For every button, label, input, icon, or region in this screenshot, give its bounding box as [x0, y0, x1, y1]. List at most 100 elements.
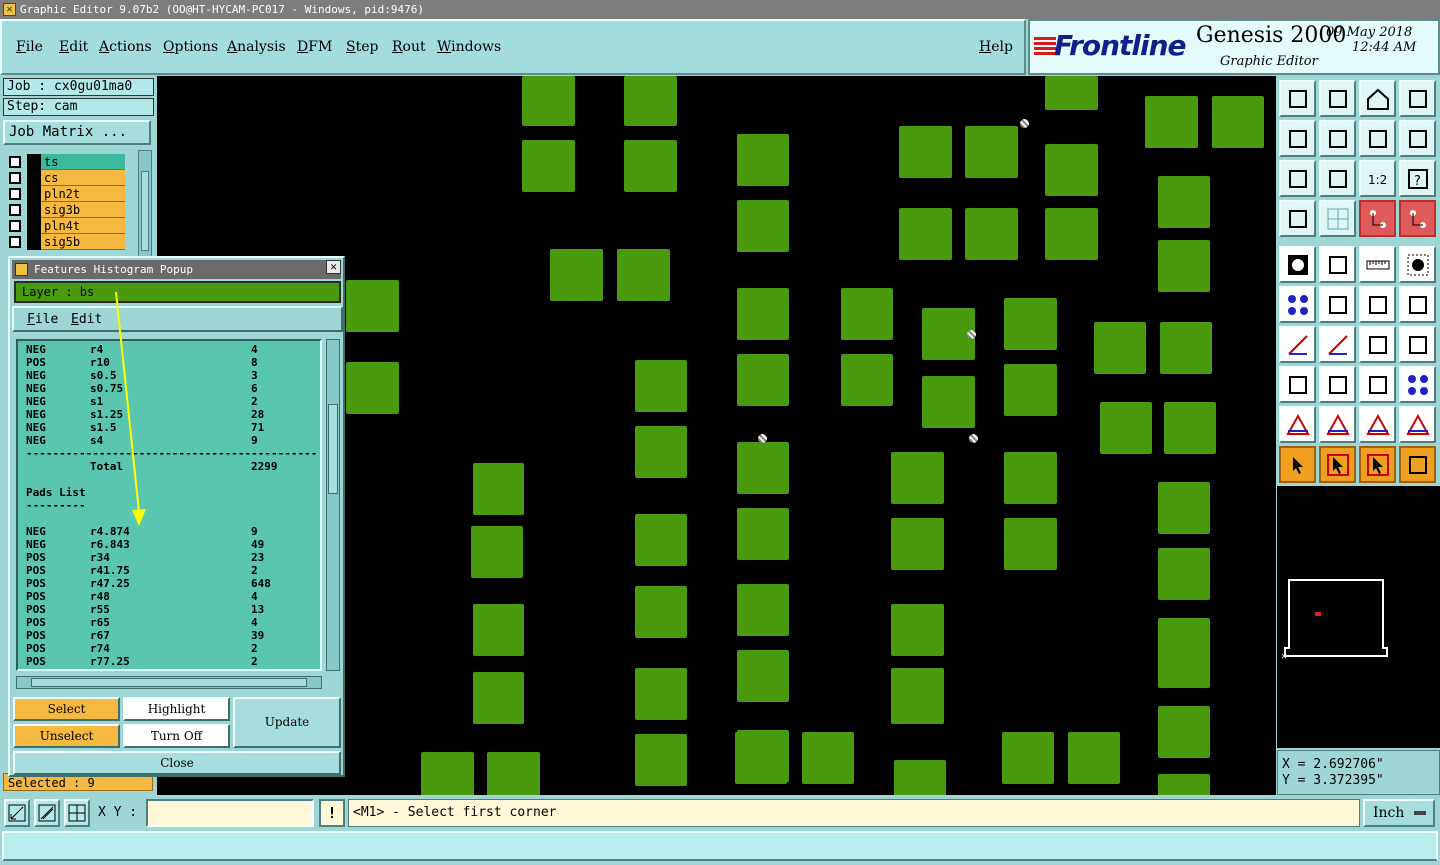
pad-row[interactable]: POS r41.75 2 — [26, 564, 316, 577]
zoom-center-tool-button[interactable] — [1319, 160, 1356, 197]
cross-node-tool-button[interactable] — [1319, 286, 1356, 323]
unselect-button[interactable]: Unselect — [13, 724, 120, 748]
dashed-circle-tool-button[interactable] — [1399, 246, 1436, 283]
pcb-pad[interactable] — [899, 208, 952, 260]
histogram-row[interactable]: NEG s1 2 — [26, 395, 316, 408]
units-selector[interactable]: Inch — [1363, 799, 1435, 827]
pcb-pad[interactable] — [1164, 402, 1216, 454]
pcb-pad[interactable] — [891, 668, 944, 720]
pad-row[interactable]: POS r74 2 — [26, 642, 316, 655]
pcb-pad[interactable] — [737, 200, 789, 252]
pcb-pad[interactable] — [899, 126, 952, 178]
layer-checkbox[interactable] — [9, 220, 21, 232]
pointer-box-2-tool-button[interactable] — [1359, 446, 1396, 483]
popup-close-icon[interactable]: ✕ — [326, 260, 341, 274]
pcb-pad[interactable] — [891, 518, 944, 570]
pcb-pad[interactable] — [635, 426, 687, 478]
pcb-pad[interactable] — [1002, 732, 1054, 784]
histogram-row[interactable]: POS r10 8 — [26, 356, 316, 369]
pcb-pad[interactable] — [1145, 96, 1198, 148]
histogram-list[interactable]: NEG r4 4 POS r10 8 NEG s0.5 3 NEG s0.75 6 NEG s1 2 NEG s… — [16, 339, 322, 671]
arch-2-tool-button[interactable] — [1399, 406, 1436, 443]
pcb-pad[interactable] — [965, 208, 1018, 260]
angle-tool-button[interactable] — [1279, 326, 1316, 363]
histogram-row[interactable]: NEG s4 9 — [26, 434, 316, 447]
histogram-row[interactable]: NEG s0.75 6 — [26, 382, 316, 395]
pcb-pad[interactable] — [1160, 322, 1212, 374]
pad-row[interactable]: POS r48 4 — [26, 590, 316, 603]
pcb-pad[interactable] — [1094, 322, 1146, 374]
via-dot[interactable] — [758, 434, 767, 443]
xy-input[interactable] — [146, 799, 314, 827]
cluster-tool-button[interactable] — [1399, 366, 1436, 403]
pad-row[interactable]: POS r65 4 — [26, 616, 316, 629]
menu-help[interactable]: Help — [979, 39, 1013, 55]
polygon-tool-button[interactable] — [1319, 246, 1356, 283]
layers-red-2-tool-button[interactable] — [1399, 200, 1436, 237]
ratio-tool-button[interactable]: 1:2 — [1359, 160, 1396, 197]
pcb-pad[interactable] — [922, 376, 975, 428]
pcb-pad[interactable] — [737, 134, 789, 186]
pad-tool-button[interactable] — [1279, 246, 1316, 283]
pcb-pad[interactable] — [522, 76, 575, 126]
pcb-pad[interactable] — [624, 76, 677, 126]
pcb-pad[interactable] — [473, 463, 524, 515]
pointer-box-tool-button[interactable] — [1319, 446, 1356, 483]
layer-checkbox[interactable] — [9, 156, 21, 168]
pcb-pad[interactable] — [1004, 518, 1057, 570]
pcb-pad[interactable] — [841, 288, 893, 340]
layer-row-ts[interactable]: ts — [3, 154, 139, 170]
pcb-pad[interactable] — [737, 354, 789, 406]
slash-tool-button[interactable] — [1319, 326, 1356, 363]
pcb-pad[interactable] — [1045, 76, 1098, 110]
menu-windows[interactable]: Windows — [437, 39, 501, 55]
ruler-pencil-tool-button[interactable] — [1279, 200, 1316, 237]
pcb-pad[interactable] — [1004, 298, 1057, 350]
histogram-row[interactable]: NEG s1.25 28 — [26, 408, 316, 421]
pcb-pad[interactable] — [1158, 482, 1210, 534]
pad-row[interactable]: POS r67 39 — [26, 629, 316, 642]
window-split-tool-button[interactable] — [1399, 80, 1436, 117]
pcb-pad[interactable] — [894, 760, 946, 795]
pointer-tool-button[interactable] — [1279, 446, 1316, 483]
pcb-pad[interactable] — [346, 362, 399, 414]
pcb-pad[interactable] — [965, 126, 1018, 178]
bracket-tool-button[interactable] — [1399, 326, 1436, 363]
layer-row-sig3b[interactable]: sig3b — [3, 202, 139, 218]
grid-snap-button[interactable] — [64, 799, 90, 827]
layer-row-sig5b[interactable]: sig5b — [3, 234, 139, 250]
pcb-pad[interactable] — [1158, 176, 1210, 228]
pcb-pad[interactable] — [891, 604, 944, 656]
layer-checkbox[interactable] — [9, 204, 21, 216]
pad-row[interactable]: POS r34 23 — [26, 551, 316, 564]
menu-options[interactable]: Options — [163, 39, 218, 55]
histogram-row[interactable]: NEG r4 4 — [26, 343, 316, 356]
histogram-row[interactable]: NEG s0.5 3 — [26, 369, 316, 382]
select-button[interactable]: Select — [13, 697, 120, 721]
line-node-tool-button[interactable] — [1359, 286, 1396, 323]
pcb-pad[interactable] — [737, 650, 789, 702]
pcb-pad[interactable] — [735, 732, 787, 784]
pcb-pad[interactable] — [737, 288, 789, 340]
grid-tool-button[interactable] — [1319, 200, 1356, 237]
pcb-pad[interactable] — [346, 280, 399, 332]
histogram-row[interactable]: NEG s1.5 71 — [26, 421, 316, 434]
dimension-tool-button[interactable] — [1359, 366, 1396, 403]
minus-line-tool-button[interactable] — [1319, 366, 1356, 403]
pad-row[interactable]: POS r55 13 — [26, 603, 316, 616]
pcb-pad[interactable] — [737, 508, 789, 560]
layer-row-cs[interactable]: cs — [3, 170, 139, 186]
pcb-pad[interactable] — [1158, 548, 1210, 600]
ruler-tool-button[interactable] — [1359, 246, 1396, 283]
alert-button[interactable]: ! — [319, 799, 345, 827]
via-dot[interactable] — [969, 434, 978, 443]
menu-rout[interactable]: Rout — [392, 39, 426, 55]
layer-list-scrollbar[interactable] — [138, 150, 152, 260]
arch-tool-button[interactable] — [1359, 406, 1396, 443]
rotate-tool-button[interactable] — [1359, 120, 1396, 157]
help-tool-button[interactable]: ? — [1399, 160, 1436, 197]
pcb-pad[interactable] — [1045, 144, 1098, 196]
pcb-pad[interactable] — [1100, 402, 1152, 454]
pcb-pad[interactable] — [473, 604, 524, 656]
popup-menu-file[interactable]: File — [27, 312, 58, 327]
